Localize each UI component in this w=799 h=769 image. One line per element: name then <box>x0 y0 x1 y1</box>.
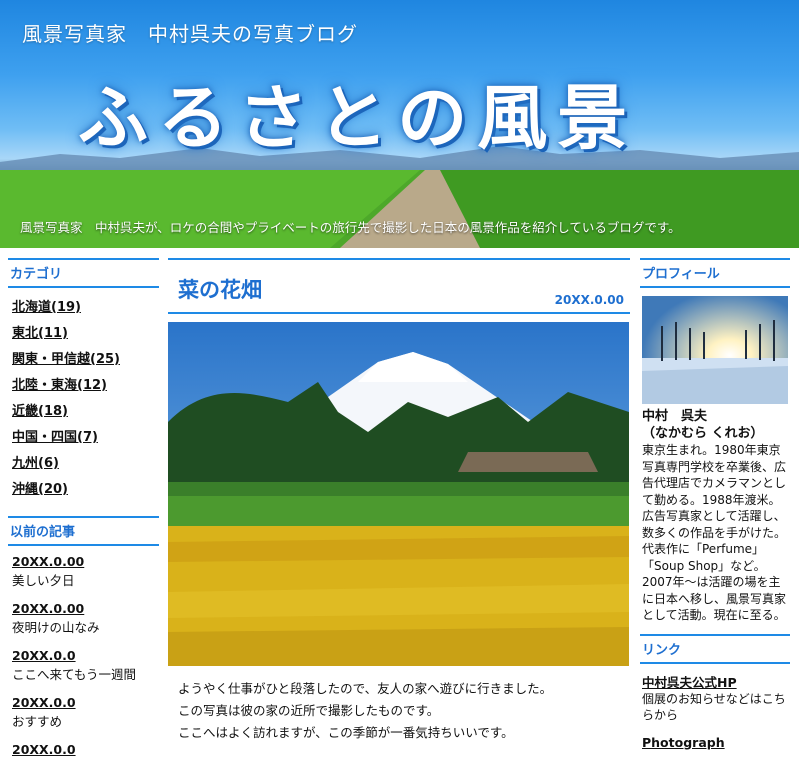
list-item: 20XX.0.00 美しい夕日 <box>12 554 159 589</box>
profile-name: 中村 呉夫 <box>642 409 708 424</box>
category-link[interactable]: 九州(6) <box>12 456 59 471</box>
category-link[interactable]: 関東・甲信越(25) <box>12 352 120 367</box>
list-item: 20XX.0.0 <box>12 742 159 757</box>
archive-title: 美しい夕日 <box>12 573 75 588</box>
category-link[interactable]: 北海道(19) <box>12 300 81 315</box>
profile-text: 東京生まれ。1980年東京写真専門学校を卒業後、広告代理店でカメラマンとして勤め… <box>642 443 787 622</box>
profile-heading: プロフィール <box>640 258 790 288</box>
list-item: 東北(11) <box>12 322 159 341</box>
archive-list: 20XX.0.00 美しい夕日 20XX.0.00 夜明けの山なみ 20XX.0… <box>8 554 159 757</box>
post-paragraph: ようやく仕事がひと段落したので、友人の家へ遊びに行きました。 <box>178 681 553 696</box>
list-item: 沖縄(20) <box>12 478 159 497</box>
archive-date-link[interactable]: 20XX.0.00 <box>12 554 159 569</box>
archive-date-link[interactable]: 20XX.0.0 <box>12 742 159 757</box>
left-sidebar: カテゴリ 北海道(19) 東北(11) 関東・甲信越(25) 北陸・東海(12)… <box>8 258 159 769</box>
header-banner: 風景写真家 中村呉夫の写真ブログ ふるさとの風景 風景写真家 中村呉夫が、ロケの… <box>0 0 799 248</box>
link-photograph[interactable]: Photograph <box>640 735 790 750</box>
category-link[interactable]: 東北(11) <box>12 326 68 341</box>
mt-fuji-rapeseed-photo <box>168 322 629 666</box>
archive-title: 夜明けの山なみ <box>12 620 100 635</box>
archive-date-link[interactable]: 20XX.0.0 <box>12 648 159 663</box>
post-paragraph: ここへはよく訪れますが、この季節が一番気持ちいいです。 <box>178 725 514 740</box>
site-logo[interactable]: ふるさとの風景 <box>78 62 637 163</box>
list-item: 20XX.0.0 ここへ来てもう一週間 <box>12 648 159 683</box>
links-heading: リンク <box>640 633 790 664</box>
post-paragraph: この写真は彼の家の近所で撮影したものです。 <box>178 703 440 718</box>
list-item: 関東・甲信越(25) <box>12 348 159 367</box>
winter-sunrise-photo <box>642 296 788 404</box>
right-sidebar: プロフィール 中村 呉夫 （なかむら くれお） 東京生まれ。1980年東京写真専… <box>640 258 790 750</box>
archive-title: おすすめ <box>12 714 63 729</box>
list-item: 北海道(19) <box>12 296 159 315</box>
link-official-hp[interactable]: 中村呉夫公式HP <box>640 672 790 691</box>
post-title: 菜の花畑 <box>178 278 262 302</box>
category-link[interactable]: 北陸・東海(12) <box>12 378 107 393</box>
main-content: 菜の花畑 20XX.0.00 ようやく仕事がひと段落したので、友人の家へ遊びに行… <box>168 258 630 744</box>
archive-date-link[interactable]: 20XX.0.0 <box>12 695 159 710</box>
archive-date-link[interactable]: 20XX.0.00 <box>12 601 159 616</box>
archive-title: ここへ来てもう一週間 <box>12 667 137 682</box>
field-road-scene <box>0 170 799 248</box>
category-list: 北海道(19) 東北(11) 関東・甲信越(25) 北陸・東海(12) 近畿(1… <box>8 296 159 497</box>
post-header: 菜の花畑 20XX.0.00 <box>168 258 630 314</box>
link-description: 個展のお知らせなどはこちらから <box>642 691 786 722</box>
post-body: ようやく仕事がひと段落したので、友人の家へ遊びに行きました。 この写真は彼の家の… <box>168 666 630 744</box>
post-photo <box>168 322 629 666</box>
list-item: 20XX.0.00 夜明けの山なみ <box>12 601 159 636</box>
list-item: 中国・四国(7) <box>12 426 159 445</box>
profile-reading: （なかむら くれお） <box>642 426 764 441</box>
list-item: 北陸・東海(12) <box>12 374 159 393</box>
archive-heading: 以前の記事 <box>8 516 159 546</box>
post-date: 20XX.0.00 <box>554 293 624 307</box>
category-link[interactable]: 中国・四国(7) <box>12 430 98 445</box>
site-tagline: 風景写真家 中村呉夫が、ロケの合間やプライベートの旅行先で撮影した日本の風景作品… <box>20 220 681 235</box>
category-link[interactable]: 沖縄(20) <box>12 482 68 497</box>
list-item: 近畿(18) <box>12 400 159 419</box>
list-item: 九州(6) <box>12 452 159 471</box>
profile-photo <box>642 296 788 404</box>
site-title[interactable]: 風景写真家 中村呉夫の写真ブログ <box>22 18 358 47</box>
category-link[interactable]: 近畿(18) <box>12 404 68 419</box>
categories-heading: カテゴリ <box>8 258 159 288</box>
list-item: 20XX.0.0 おすすめ <box>12 695 159 730</box>
